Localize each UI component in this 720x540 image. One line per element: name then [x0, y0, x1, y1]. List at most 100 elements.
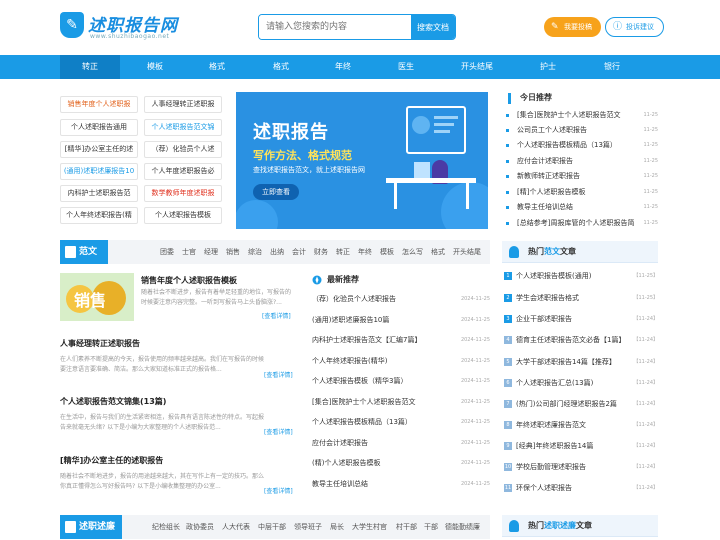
nav-item[interactable]: 格式	[251, 55, 311, 79]
banner-title: 述职报告	[253, 122, 329, 143]
search-button[interactable]: 搜索文档	[411, 15, 455, 39]
feedback-button[interactable]: ⓘ 投诉建议	[605, 17, 664, 37]
tag-link[interactable]: 个人述职报告范文锦	[144, 119, 222, 136]
category-link[interactable]: 开头结尾	[453, 240, 481, 264]
nav-item[interactable]: 转正	[60, 55, 120, 79]
nav-item[interactable]: 开头结尾	[447, 55, 507, 79]
tag-link[interactable]: 个人年度述职报告必	[144, 163, 222, 180]
category-link[interactable]: 领导班子	[294, 515, 322, 539]
category-link[interactable]: 怎么写	[402, 240, 423, 264]
list-item[interactable]: 应付会计述职报告 2024-11-25	[312, 436, 490, 450]
site-logo[interactable]: ✎ 述职报告网 www.shuzhibaogao.net	[60, 10, 180, 44]
article-more-link[interactable]: [查看详情]	[264, 486, 293, 495]
list-item[interactable]: 10 学校后勤管理述职报告 【11-24】	[504, 459, 658, 475]
article-title[interactable]: 个人述职报告范文锦集(13篇)	[60, 396, 166, 407]
category-link[interactable]: 局长	[330, 515, 344, 539]
category-link[interactable]: 综治	[248, 240, 262, 264]
item-date: 2024-11-25	[460, 440, 490, 446]
list-item[interactable]: 教导主任培训总结 11-25	[506, 200, 658, 215]
list-item[interactable]: (通用)述职述廉报告10篇 2024-11-25	[312, 313, 490, 327]
category-link[interactable]: 出纳	[270, 240, 284, 264]
hero-banner[interactable]: 述职报告 写作方法、格式规范 查找述职报告范文，就上述职报告网 立即查看	[236, 92, 488, 229]
category-link[interactable]: 干部	[424, 515, 438, 539]
submit-button[interactable]: ✎ 我要投稿	[544, 17, 601, 37]
category-link[interactable]: 转正	[336, 240, 350, 264]
item-date: 【11-24】	[633, 422, 658, 428]
category-link[interactable]: 会计	[292, 240, 306, 264]
fanwen-label[interactable]: 范文	[60, 240, 108, 264]
category-link[interactable]: 人大代表	[222, 515, 250, 539]
nav-item[interactable]: 年终	[313, 55, 373, 79]
list-item[interactable]: 7 (热门)公司部门经理述职报告2篇 【11-24】	[504, 396, 658, 412]
category-link[interactable]: 经理	[204, 240, 218, 264]
item-title: 学校后勤管理述职报告	[516, 463, 586, 471]
nav-item[interactable]: 银行	[582, 55, 642, 79]
list-item[interactable]: 新教师转正述职报告 11-25	[506, 169, 658, 184]
nav-item[interactable]: 护士	[518, 55, 578, 79]
list-item[interactable]: 个人述职报告模板精品（13篇） 11-25	[506, 138, 658, 153]
tag-link[interactable]: （荐）化验员个人述	[144, 141, 222, 158]
nav-item[interactable]: 模板	[125, 55, 185, 79]
tag-link[interactable]: 内科护士述职报告范	[60, 185, 138, 202]
category-link[interactable]: 政协委员	[186, 515, 214, 539]
category-link[interactable]: 年终	[358, 240, 372, 264]
search-input[interactable]	[259, 15, 411, 39]
list-item[interactable]: 6 个人述职报告汇总(13篇) 【11-24】	[504, 375, 658, 391]
list-item[interactable]: 1 个人述职报告模板(通用) 【11-25】	[504, 268, 658, 284]
banner-view-button[interactable]: 立即查看	[253, 184, 299, 200]
article-title[interactable]: 人事经理转正述职报告	[60, 338, 140, 349]
list-item[interactable]: 应付会计述职报告 11-25	[506, 154, 658, 169]
category-link[interactable]: 中层干部	[258, 515, 286, 539]
list-item[interactable]: 8 年终述职述廉报告范文 【11-24】	[504, 417, 658, 433]
category-link[interactable]: 销售	[226, 240, 240, 264]
item-title: （荐）化验员个人述职报告	[312, 295, 396, 303]
article-more-link[interactable]: [查看详情]	[264, 427, 293, 436]
shulian-label[interactable]: 述职述廉	[60, 515, 122, 539]
list-item[interactable]: [集合]医院护士个人述职报告范文 11-25	[506, 108, 658, 123]
tag-link[interactable]: 个人述职报告模板	[144, 207, 222, 224]
tag-link[interactable]: 人事经理转正述职报	[144, 96, 222, 113]
list-item[interactable]: 公司员工个人述职报告 11-25	[506, 123, 658, 138]
tag-link[interactable]: [精华]办公室主任的述	[60, 141, 138, 158]
nav-item[interactable]: 格式	[187, 55, 247, 79]
list-item[interactable]: 教导主任培训总结 2024-11-25	[312, 477, 490, 491]
tag-link[interactable]: 数学教师年度述职报	[144, 185, 222, 202]
list-item[interactable]: [精]个人述职报告模板 11-25	[506, 185, 658, 200]
list-item[interactable]: 4 德育主任述职报告范文必备【1篇】 【11-24】	[504, 332, 658, 348]
category-link[interactable]: 模板	[380, 240, 394, 264]
tag-link[interactable]: 个人年终述职报告(精	[60, 207, 138, 224]
list-item[interactable]: (精)个人述职报告模板 2024-11-25	[312, 456, 490, 470]
category-link[interactable]: 财务	[314, 240, 328, 264]
tag-link[interactable]: 个人述职报告通用	[60, 119, 138, 136]
list-item[interactable]: （荐）化验员个人述职报告 2024-11-25	[312, 292, 490, 306]
list-item[interactable]: 个人述职报告模板精品（13篇） 2024-11-25	[312, 415, 490, 429]
list-item[interactable]: 个人年终述职报告(精华) 2024-11-25	[312, 354, 490, 368]
list-item[interactable]: [集合]医院护士个人述职报告范文 2024-11-25	[312, 395, 490, 409]
list-item[interactable]: 个人述职报告模板（精华3篇） 2024-11-25	[312, 374, 490, 388]
category-link[interactable]: 士官	[182, 240, 196, 264]
category-link[interactable]: 纪检组长	[152, 515, 180, 539]
list-item[interactable]: 2 学生会述职报告格式 【11-25】	[504, 290, 658, 306]
list-item[interactable]: 内科护士述职报告范文【汇编7篇】 2024-11-25	[312, 333, 490, 347]
featured-title[interactable]: 销售年度个人述职报告模板	[141, 275, 237, 286]
tag-link[interactable]: 销售年度个人述职报	[60, 96, 138, 113]
item-date: 2024-11-25	[460, 337, 490, 343]
category-link[interactable]: 德能勤绩廉	[445, 515, 480, 539]
category-link[interactable]: 团委	[160, 240, 174, 264]
article-more-link[interactable]: [查看详情]	[264, 370, 293, 379]
list-item[interactable]: [总结参考]周报库管的个人述职报告简 11-25	[506, 216, 658, 231]
bullet-icon	[506, 222, 509, 225]
article-title[interactable]: [精华]办公室主任的述职报告	[60, 455, 163, 466]
nav-item[interactable]: 医生	[376, 55, 436, 79]
category-link[interactable]: 大学生村官	[352, 515, 387, 539]
tag-link[interactable]: (通用)述职述廉报告10	[60, 163, 138, 180]
featured-image[interactable]: 销售	[60, 273, 134, 321]
category-link[interactable]: 格式	[431, 240, 445, 264]
list-item[interactable]: 5 大学干部述职报告14篇【推荐】 【11-24】	[504, 354, 658, 370]
featured-more-link[interactable]: [查看详情]	[262, 311, 291, 320]
list-item[interactable]: 3 企业干部述职报告 【11-24】	[504, 311, 658, 327]
hot-shulian-header: 热门述职述廉文章	[502, 515, 658, 537]
list-item[interactable]: 11 环保个人述职报告 【11-24】	[504, 480, 658, 496]
category-link[interactable]: 村干部	[396, 515, 417, 539]
list-item[interactable]: 9 [经典]年终述职报告14篇 【11-24】	[504, 438, 658, 454]
